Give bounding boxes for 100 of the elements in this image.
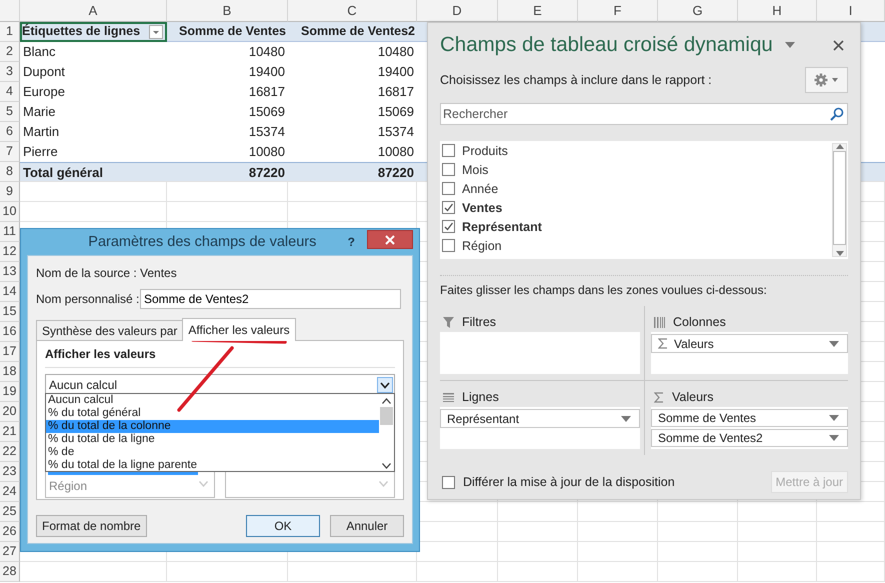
- caret-icon[interactable]: [784, 42, 795, 48]
- column-header[interactable]: C: [288, 0, 417, 22]
- close-icon[interactable]: [833, 40, 844, 50]
- field-pill[interactable]: Représentant: [440, 409, 640, 428]
- close-button[interactable]: [367, 230, 413, 249]
- column-header[interactable]: H: [738, 0, 817, 22]
- row-number[interactable]: 5: [0, 102, 20, 122]
- checkbox-label[interactable]: Différer la mise à jour de la disposition: [463, 475, 675, 489]
- column-header[interactable]: G: [658, 0, 738, 22]
- dialog-button[interactable]: Annuler: [330, 515, 404, 537]
- list-item[interactable]: Région: [49, 479, 88, 493]
- dialog-button[interactable]: OK: [246, 515, 320, 537]
- dropdown-option[interactable]: % de: [46, 446, 379, 459]
- drop-area[interactable]: Somme de Ventes Somme de Ventes2: [651, 407, 848, 449]
- row-number[interactable]: 10: [0, 202, 20, 222]
- table-cell: 87220: [167, 162, 288, 182]
- caret-icon[interactable]: [829, 415, 839, 421]
- table-cell-text: 15374: [376, 123, 415, 141]
- checkbox[interactable]: [442, 201, 455, 214]
- row-number[interactable]: 14: [0, 282, 20, 302]
- row-number[interactable]: 27: [0, 542, 20, 562]
- scrollbar[interactable]: [832, 143, 847, 257]
- row-number[interactable]: 24: [0, 482, 20, 502]
- row-number[interactable]: 1: [0, 22, 20, 42]
- column-header[interactable]: D: [417, 0, 498, 22]
- row-number[interactable]: 12: [0, 242, 20, 262]
- scroll-thumb[interactable]: [833, 151, 846, 245]
- checkbox[interactable]: [442, 239, 455, 252]
- search-icon[interactable]: [830, 107, 844, 121]
- checkbox[interactable]: [442, 476, 455, 488]
- row-number[interactable]: 20: [0, 402, 20, 422]
- checkbox[interactable]: [442, 163, 455, 176]
- help-button[interactable]: ?: [348, 235, 355, 249]
- field-pill[interactable]: Somme de Ventes2: [651, 429, 848, 447]
- row-number[interactable]: 11: [0, 222, 20, 242]
- table-cell-text: Marie: [22, 103, 57, 121]
- column-header[interactable]: I: [817, 0, 885, 22]
- row-number[interactable]: 16: [0, 322, 20, 342]
- caret-icon[interactable]: [621, 416, 631, 422]
- row-number[interactable]: 19: [0, 382, 20, 402]
- tab[interactable]: Afficher les valeurs: [182, 318, 296, 341]
- dropdown-option[interactable]: Aucun calcul: [46, 394, 379, 407]
- field-label[interactable]: Année: [462, 182, 498, 196]
- row-number[interactable]: 6: [0, 122, 20, 142]
- row-number[interactable]: 23: [0, 462, 20, 482]
- input-field[interactable]: Somme de Ventes2: [140, 289, 401, 309]
- column-header[interactable]: A: [20, 0, 167, 22]
- column-header[interactable]: B: [167, 0, 288, 22]
- field-label[interactable]: Ventes: [462, 200, 502, 214]
- table-cell-text: 15069: [248, 103, 286, 121]
- checkbox[interactable]: [442, 220, 455, 233]
- chevron-icon: [379, 481, 388, 487]
- table-cell-text: Europe: [22, 83, 66, 101]
- caret-icon[interactable]: [829, 435, 839, 441]
- row-number[interactable]: 17: [0, 342, 20, 362]
- row-number[interactable]: 26: [0, 522, 20, 542]
- scroll-thumb[interactable]: [380, 407, 393, 425]
- drop-area[interactable]: Valeurs: [651, 332, 848, 374]
- dropdown-icon[interactable]: [149, 25, 163, 39]
- dropdown-option[interactable]: % du total de la colonne: [46, 420, 379, 433]
- row-number[interactable]: 2: [0, 42, 20, 62]
- dropdown-option[interactable]: % du total de la ligne: [46, 433, 379, 446]
- field-label[interactable]: Région: [462, 238, 502, 252]
- row-number[interactable]: 18: [0, 362, 20, 382]
- checkbox[interactable]: [442, 182, 455, 195]
- settings-button[interactable]: [805, 67, 848, 93]
- table-cell: Somme de Ventes: [167, 22, 288, 42]
- row-number[interactable]: 22: [0, 442, 20, 462]
- panel-title: Champs de tableau croisé dynamiqu: [440, 33, 773, 57]
- table-cell-text: 19400: [248, 63, 286, 81]
- scroll-up-icon[interactable]: [382, 398, 391, 404]
- row-number[interactable]: 25: [0, 502, 20, 522]
- row-number[interactable]: 21: [0, 422, 20, 442]
- table-cell-text: 16817: [248, 83, 286, 101]
- column-header[interactable]: F: [578, 0, 658, 22]
- row-number[interactable]: 13: [0, 262, 20, 282]
- row-number[interactable]: 28: [0, 562, 20, 582]
- row-number[interactable]: 8: [0, 162, 20, 182]
- field-label[interactable]: Représentant: [462, 220, 542, 234]
- table-cell-text: Blanc: [22, 43, 57, 61]
- sigma-icon: [654, 392, 664, 402]
- dropdown-option[interactable]: % du total général: [46, 407, 379, 420]
- field-pill[interactable]: Valeurs: [651, 334, 848, 353]
- tab[interactable]: Synthèse des valeurs par: [36, 320, 184, 340]
- row-number[interactable]: 4: [0, 82, 20, 102]
- search-field[interactable]: Rechercher: [440, 103, 848, 125]
- field-pill[interactable]: Somme de Ventes: [651, 409, 848, 427]
- row-number[interactable]: 7: [0, 142, 20, 162]
- column-header[interactable]: E: [498, 0, 578, 22]
- row-number[interactable]: 15: [0, 302, 20, 322]
- field-label[interactable]: Mois: [462, 162, 488, 176]
- dialog-button[interactable]: Format de nombre: [36, 515, 147, 537]
- field-label[interactable]: Produits: [462, 144, 508, 158]
- checkbox[interactable]: [442, 144, 455, 157]
- caret-icon[interactable]: [829, 340, 839, 346]
- table-cell-text: Pierre: [22, 143, 59, 161]
- scroll-down-icon[interactable]: [382, 463, 391, 469]
- row-number[interactable]: 9: [0, 182, 20, 202]
- row-number[interactable]: 3: [0, 62, 20, 82]
- drop-area[interactable]: Représentant: [440, 407, 640, 449]
